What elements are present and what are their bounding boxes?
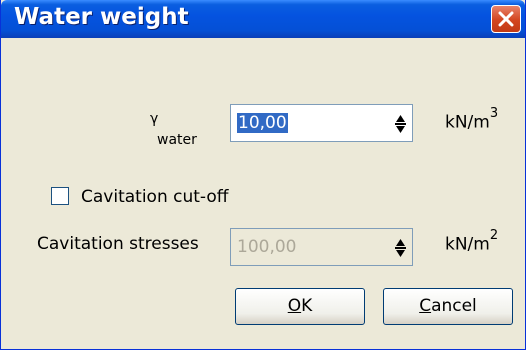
cancel-label: ancel <box>431 296 477 316</box>
close-icon <box>498 11 514 27</box>
cavitation-cutoff-label[interactable]: Cavitation cut-off <box>81 187 228 207</box>
cavitation-stresses-label: Cavitation stresses <box>37 234 199 254</box>
close-button[interactable] <box>491 5 521 33</box>
cavitation-stresses-spinner: 100,00 <box>230 228 413 266</box>
title-bar[interactable]: Water weight <box>1 0 525 38</box>
gamma-symbol: γ <box>150 111 159 127</box>
cavitation-stresses-input: 100,00 <box>237 237 297 257</box>
water-weight-input[interactable]: 10,00 <box>237 113 288 133</box>
spinner-arrows-icon <box>395 239 406 257</box>
cancel-mnemonic: C <box>419 296 432 316</box>
water-weight-dialog: Water weight γ water 10,00 kN/m3 Cavitat… <box>0 0 526 350</box>
ok-button[interactable]: OK <box>235 288 365 325</box>
cavitation-stresses-unit: kN/m2 <box>445 228 498 255</box>
unit-base: kN/m <box>445 234 490 255</box>
water-weight-unit: kN/m3 <box>445 106 498 133</box>
cancel-button[interactable]: Cancel <box>383 288 513 325</box>
unit-exponent: 3 <box>489 106 499 121</box>
gamma-subscript: water <box>157 132 197 148</box>
ok-label: K <box>301 296 313 316</box>
dialog-title: Water weight <box>14 4 189 30</box>
unit-exponent: 2 <box>489 228 499 243</box>
cavitation-cutoff-checkbox[interactable] <box>51 187 69 205</box>
unit-base: kN/m <box>445 112 490 133</box>
ok-mnemonic: O <box>287 296 302 316</box>
spinner-arrows-icon[interactable] <box>395 114 406 134</box>
water-weight-spinner[interactable]: 10,00 <box>230 104 413 142</box>
